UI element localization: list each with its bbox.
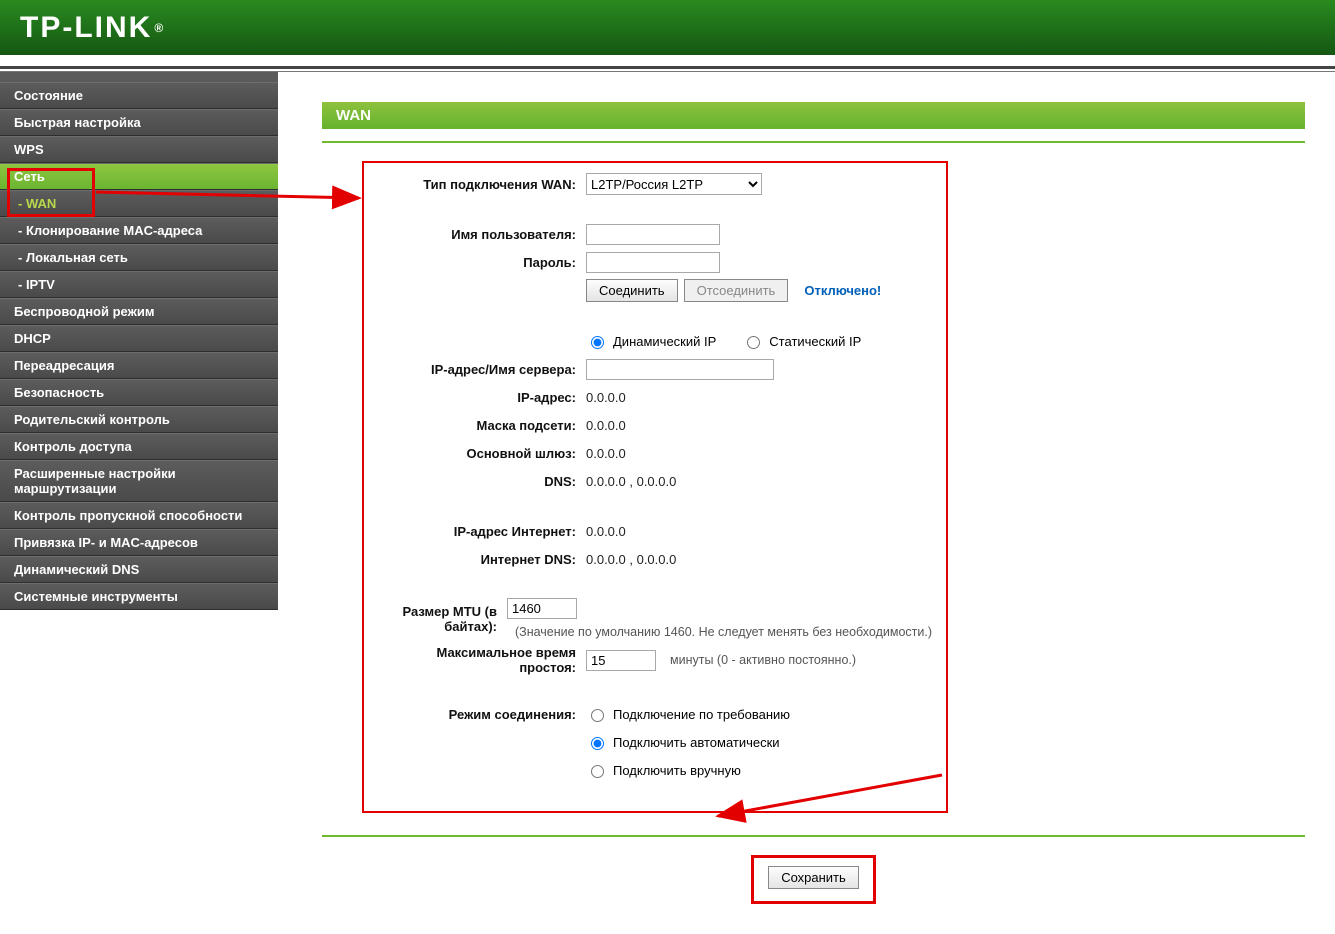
page-title: WAN (322, 102, 1305, 129)
settings-panel: Тип подключения WAN: L2TP/Россия L2TP Им… (362, 161, 948, 813)
input-idle[interactable] (586, 650, 656, 671)
divider-bottom (322, 835, 1305, 837)
label-mode-demand: Подключение по требованию (613, 707, 790, 722)
nav-ddns[interactable]: Динамический DNS (0, 556, 278, 583)
value-ip: 0.0.0.0 (586, 390, 626, 405)
nav-wan[interactable]: - WAN (0, 190, 278, 217)
input-mtu[interactable] (507, 598, 577, 619)
label-mode-auto: Подключить автоматически (613, 735, 780, 750)
label-dns: DNS: (378, 474, 586, 489)
label-conn-type: Тип подключения WAN: (378, 177, 586, 192)
input-username[interactable] (586, 224, 720, 245)
nav-wireless[interactable]: Беспроводной режим (0, 298, 278, 325)
label-ip: IP-адрес: (378, 390, 586, 405)
label-mode-manual: Подключить вручную (613, 763, 741, 778)
nav-lan[interactable]: - Локальная сеть (0, 244, 278, 271)
radio-mode-auto[interactable] (591, 737, 604, 750)
nav-ip-mac-binding[interactable]: Привязка IP- и MAC-адресов (0, 529, 278, 556)
nav-forwarding[interactable]: Переадресация (0, 352, 278, 379)
value-internet-dns: 0.0.0.0 , 0.0.0.0 (586, 552, 676, 567)
nav-parental[interactable]: Родительский контроль (0, 406, 278, 433)
label-internet-dns: Интернет DNS: (378, 552, 586, 567)
hint-mtu: (Значение по умолчанию 1460. Не следует … (515, 625, 932, 639)
nav-iptv[interactable]: - IPTV (0, 271, 278, 298)
value-gateway: 0.0.0.0 (586, 446, 626, 461)
hint-idle: минуты (0 - активно постоянно.) (670, 653, 856, 667)
select-conn-type[interactable]: L2TP/Россия L2TP (586, 173, 762, 195)
label-mask: Маска подсети: (378, 418, 586, 433)
brand-text: TP-LINK (20, 11, 152, 45)
brand-logo: TP-LINK® (0, 0, 1335, 55)
nav-system-tools[interactable]: Системные инструменты (0, 583, 278, 610)
nav-mac-clone[interactable]: - Клонирование MAC-адреса (0, 217, 278, 244)
input-server-ip[interactable] (586, 359, 774, 380)
radio-static-ip[interactable] (747, 336, 760, 349)
label-mtu: Размер MTU (в байтах): (378, 604, 507, 634)
save-highlight: Сохранить (751, 855, 876, 904)
value-dns: 0.0.0.0 , 0.0.0.0 (586, 474, 676, 489)
nav-quick-setup[interactable]: Быстрая настройка (0, 109, 278, 136)
disconnect-button[interactable]: Отсоединить (684, 279, 789, 302)
connect-button[interactable]: Соединить (586, 279, 678, 302)
nav-routing[interactable]: Расширенные настройки маршрутизации (0, 460, 278, 502)
radio-mode-demand[interactable] (591, 709, 604, 722)
nav-dhcp[interactable]: DHCP (0, 325, 278, 352)
value-mask: 0.0.0.0 (586, 418, 626, 433)
sidebar: Состояние Быстрая настройка WPS Сеть - W… (0, 72, 278, 610)
content-pane: WAN Тип подключения WAN: L2TP/Россия L2T… (278, 72, 1335, 934)
label-static-ip: Статический IP (769, 334, 861, 349)
label-server-ip: IP-адрес/Имя сервера: (378, 362, 586, 377)
radio-dynamic-ip[interactable] (591, 336, 604, 349)
nav-access-control[interactable]: Контроль доступа (0, 433, 278, 460)
radio-mode-manual[interactable] (591, 765, 604, 778)
save-button[interactable]: Сохранить (768, 866, 859, 889)
reg-mark: ® (154, 21, 165, 35)
label-idle: Максимальное время простоя: (378, 645, 586, 675)
nav-network[interactable]: Сеть (0, 163, 278, 190)
divider-top (322, 141, 1305, 143)
label-password: Пароль: (378, 255, 586, 270)
input-password[interactable] (586, 252, 720, 273)
label-dynamic-ip: Динамический IP (613, 334, 716, 349)
nav-bandwidth[interactable]: Контроль пропускной способности (0, 502, 278, 529)
label-gateway: Основной шлюз: (378, 446, 586, 461)
value-internet-ip: 0.0.0.0 (586, 524, 626, 539)
connection-status: Отключено! (804, 283, 881, 298)
label-internet-ip: IP-адрес Интернет: (378, 524, 586, 539)
nav-wps[interactable]: WPS (0, 136, 278, 163)
label-username: Имя пользователя: (378, 227, 586, 242)
nav-status[interactable]: Состояние (0, 82, 278, 109)
label-conn-mode: Режим соединения: (378, 707, 586, 722)
header-bar: TP-LINK® (0, 0, 1335, 72)
nav-security[interactable]: Безопасность (0, 379, 278, 406)
